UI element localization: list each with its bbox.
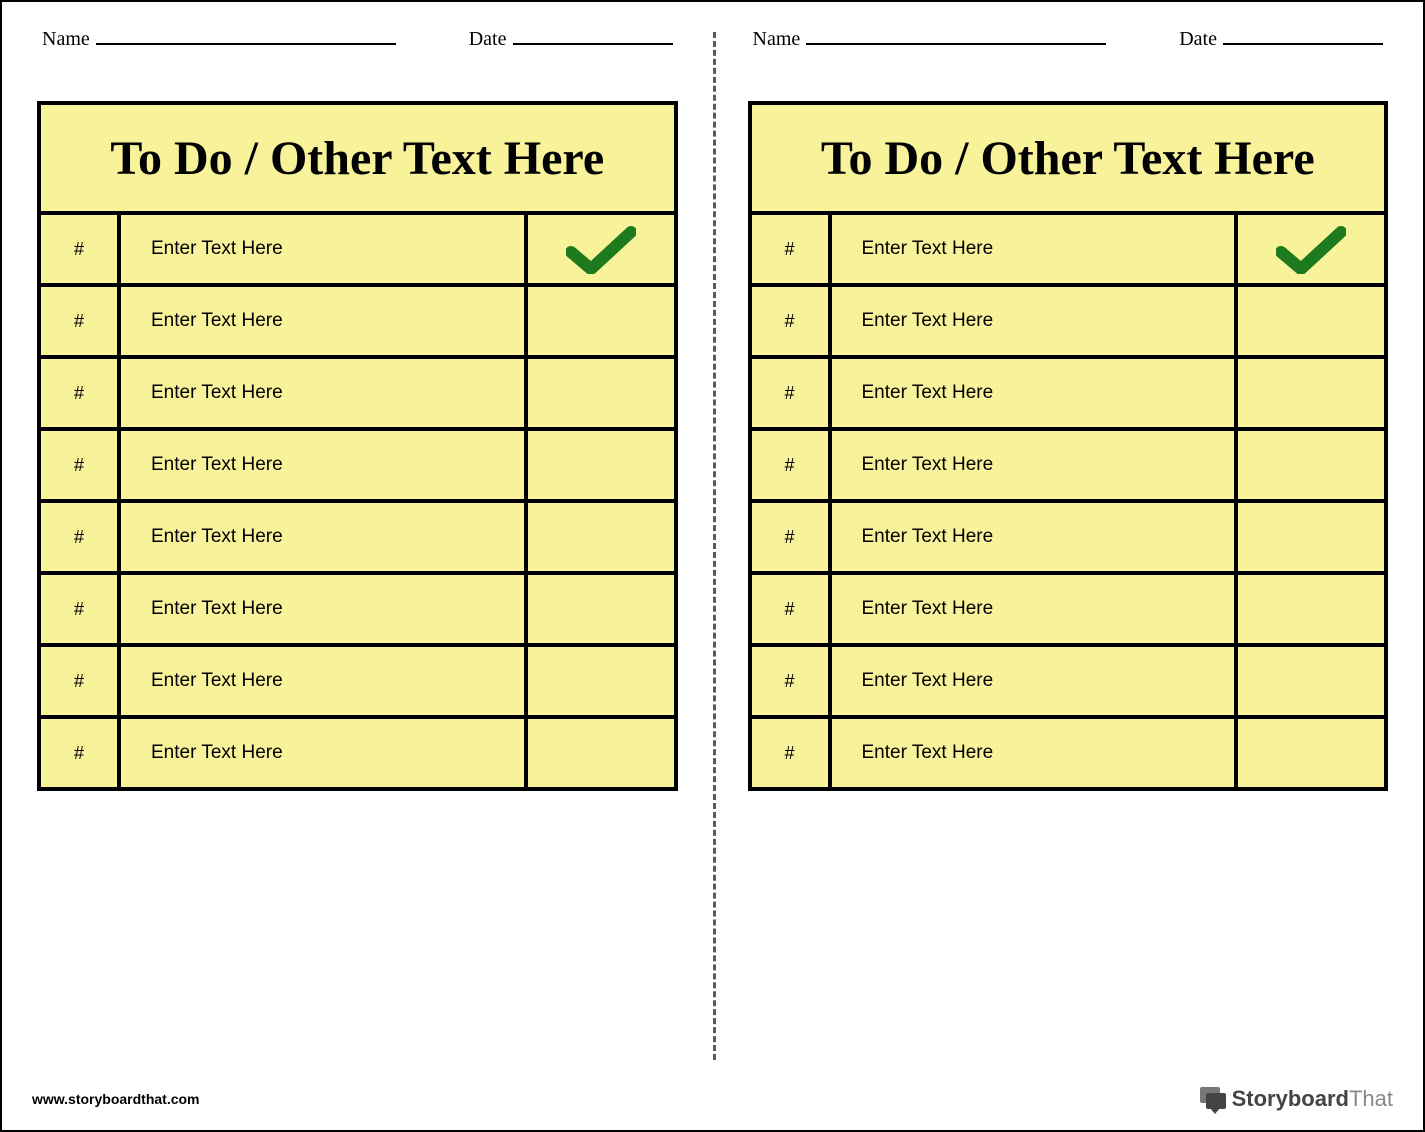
table-row: # Enter Text Here	[39, 213, 676, 285]
brand-text-1: Storyboard	[1232, 1086, 1349, 1111]
table-row: # Enter Text Here	[39, 429, 676, 501]
table-row: # Enter Text Here	[750, 357, 1387, 429]
row-check-cell[interactable]	[1236, 645, 1386, 717]
row-text[interactable]: Enter Text Here	[830, 429, 1237, 501]
table-title[interactable]: To Do / Other Text Here	[39, 103, 676, 213]
table-row: # Enter Text Here	[39, 285, 676, 357]
name-label: Name	[42, 28, 90, 51]
table-row: # Enter Text Here	[750, 285, 1387, 357]
row-check-cell[interactable]	[526, 573, 676, 645]
row-check-cell[interactable]	[526, 285, 676, 357]
row-check-cell[interactable]	[1236, 429, 1386, 501]
row-check-cell[interactable]	[1236, 573, 1386, 645]
table-row: # Enter Text Here	[39, 717, 676, 789]
row-text[interactable]: Enter Text Here	[830, 717, 1237, 789]
date-field-right: Date	[1179, 27, 1383, 51]
row-check-cell[interactable]	[526, 501, 676, 573]
table-row: # Enter Text Here	[750, 429, 1387, 501]
table-row: # Enter Text Here	[39, 357, 676, 429]
meta-row-left: Name Date	[37, 27, 678, 51]
brand-text-2: That	[1349, 1086, 1393, 1111]
row-number[interactable]: #	[39, 645, 119, 717]
row-text[interactable]: Enter Text Here	[119, 285, 526, 357]
row-text[interactable]: Enter Text Here	[119, 357, 526, 429]
table-row: # Enter Text Here	[750, 717, 1387, 789]
name-field-right: Name	[753, 27, 1107, 51]
row-number[interactable]: #	[750, 645, 830, 717]
name-label: Name	[753, 28, 801, 51]
table-row: # Enter Text Here	[39, 501, 676, 573]
name-input-line[interactable]	[96, 27, 396, 45]
row-number[interactable]: #	[39, 573, 119, 645]
row-check-cell[interactable]	[1236, 357, 1386, 429]
row-check-cell[interactable]	[1236, 285, 1386, 357]
todo-table-right: To Do / Other Text Here # Enter Text Her…	[748, 101, 1389, 791]
name-field-left: Name	[42, 27, 396, 51]
row-check-cell[interactable]	[526, 213, 676, 285]
row-check-cell[interactable]	[1236, 213, 1386, 285]
row-number[interactable]: #	[750, 501, 830, 573]
table-row: # Enter Text Here	[750, 645, 1387, 717]
left-panel: Name Date To Do / Other Text Here # Ente…	[2, 2, 713, 1070]
table-row: # Enter Text Here	[39, 645, 676, 717]
date-input-line[interactable]	[1223, 27, 1383, 45]
row-number[interactable]: #	[39, 717, 119, 789]
row-text[interactable]: Enter Text Here	[830, 645, 1237, 717]
table-header-row: To Do / Other Text Here	[750, 103, 1387, 213]
table-row: # Enter Text Here	[750, 501, 1387, 573]
table-row: # Enter Text Here	[750, 213, 1387, 285]
row-text[interactable]: Enter Text Here	[830, 357, 1237, 429]
row-text[interactable]: Enter Text Here	[119, 717, 526, 789]
meta-row-right: Name Date	[748, 27, 1389, 51]
row-number[interactable]: #	[750, 213, 830, 285]
date-field-left: Date	[469, 27, 673, 51]
todo-table-left: To Do / Other Text Here # Enter Text Her…	[37, 101, 678, 791]
table-title[interactable]: To Do / Other Text Here	[750, 103, 1387, 213]
right-panel: Name Date To Do / Other Text Here # Ente…	[713, 2, 1424, 1070]
row-number[interactable]: #	[39, 213, 119, 285]
row-text[interactable]: Enter Text Here	[830, 573, 1237, 645]
table-header-row: To Do / Other Text Here	[39, 103, 676, 213]
row-check-cell[interactable]	[526, 717, 676, 789]
name-input-line[interactable]	[806, 27, 1106, 45]
date-label: Date	[469, 28, 507, 51]
date-label: Date	[1179, 28, 1217, 51]
speech-bubble-icon	[1200, 1087, 1226, 1111]
page: Name Date To Do / Other Text Here # Ente…	[2, 2, 1423, 1130]
row-number[interactable]: #	[750, 285, 830, 357]
row-text[interactable]: Enter Text Here	[119, 501, 526, 573]
row-check-cell[interactable]	[1236, 717, 1386, 789]
row-number[interactable]: #	[39, 285, 119, 357]
row-number[interactable]: #	[39, 501, 119, 573]
row-text[interactable]: Enter Text Here	[830, 501, 1237, 573]
checkmark-icon	[566, 224, 636, 274]
table-row: # Enter Text Here	[39, 573, 676, 645]
row-text[interactable]: Enter Text Here	[119, 645, 526, 717]
row-check-cell[interactable]	[1236, 501, 1386, 573]
footer-brand: StoryboardThat	[1200, 1086, 1393, 1112]
checkmark-icon	[1276, 224, 1346, 274]
row-number[interactable]: #	[39, 429, 119, 501]
row-check-cell[interactable]	[526, 645, 676, 717]
row-number[interactable]: #	[750, 429, 830, 501]
row-check-cell[interactable]	[526, 429, 676, 501]
row-number[interactable]: #	[39, 357, 119, 429]
footer: www.storyboardthat.com StoryboardThat	[32, 1086, 1393, 1112]
row-number[interactable]: #	[750, 357, 830, 429]
row-text[interactable]: Enter Text Here	[119, 213, 526, 285]
row-number[interactable]: #	[750, 573, 830, 645]
date-input-line[interactable]	[513, 27, 673, 45]
footer-url: www.storyboardthat.com	[32, 1091, 200, 1107]
row-text[interactable]: Enter Text Here	[830, 285, 1237, 357]
row-text[interactable]: Enter Text Here	[830, 213, 1237, 285]
row-text[interactable]: Enter Text Here	[119, 429, 526, 501]
row-check-cell[interactable]	[526, 357, 676, 429]
row-text[interactable]: Enter Text Here	[119, 573, 526, 645]
row-number[interactable]: #	[750, 717, 830, 789]
table-row: # Enter Text Here	[750, 573, 1387, 645]
